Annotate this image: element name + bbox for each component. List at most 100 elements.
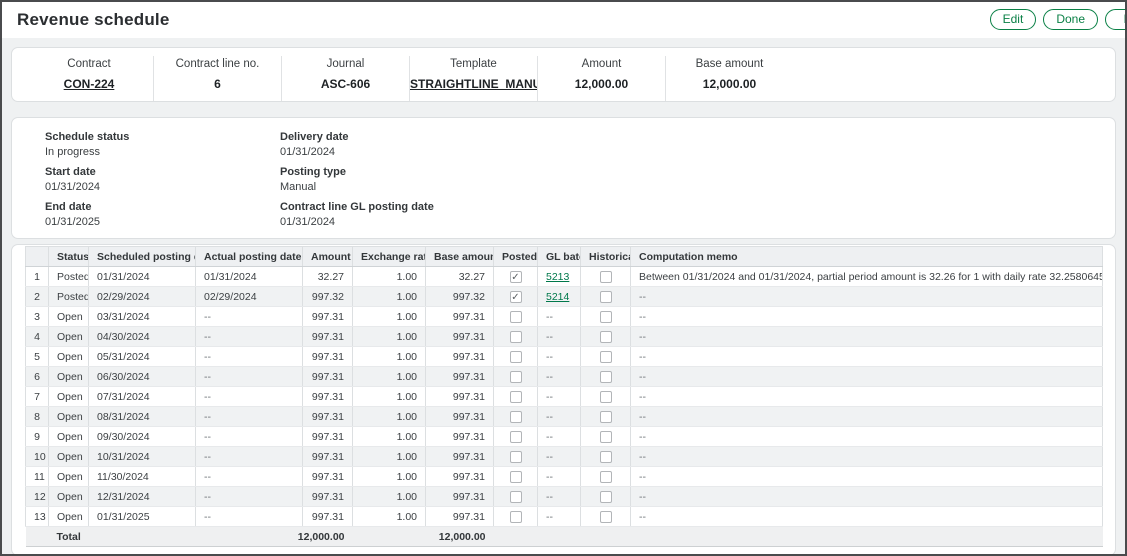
posted-checkbox[interactable] [510, 351, 522, 363]
base-amount-cell: 997.31 [426, 507, 494, 527]
posted-checkbox[interactable] [510, 431, 522, 443]
cut-off-button[interactable]: H [1105, 9, 1127, 30]
summary-field: JournalASC-606 [281, 56, 409, 101]
row-number-cell: 10 [26, 447, 49, 467]
historical-checkbox[interactable] [600, 431, 612, 443]
row-number-cell: 7 [26, 387, 49, 407]
historical-checkbox[interactable] [600, 451, 612, 463]
computation-memo-cell: -- [631, 487, 1103, 507]
status-cell: Open [49, 427, 89, 447]
actual-posting-date-cell: -- [196, 347, 303, 367]
gl-batch-cell: -- [538, 487, 581, 507]
detail-field: Delivery date01/31/2024 [280, 130, 434, 159]
base-amount-cell: 32.27 [426, 267, 494, 287]
table-footer: Total12,000.0012,000.00 [26, 527, 1103, 547]
posted-checkbox[interactable] [510, 311, 522, 323]
base-amount-cell: 997.31 [426, 447, 494, 467]
posted-checkbox[interactable] [510, 331, 522, 343]
header-computation-memo: Computation memo [631, 247, 1103, 267]
historical-cell [581, 367, 631, 387]
exchange-rate-cell: 1.00 [353, 287, 426, 307]
posted-checkbox[interactable] [510, 371, 522, 383]
exchange-rate-cell: 1.00 [353, 327, 426, 347]
exchange-rate-cell: 1.00 [353, 307, 426, 327]
row-number-cell: 1 [26, 267, 49, 287]
posted-checkbox[interactable]: ✓ [510, 271, 522, 283]
historical-checkbox[interactable] [600, 471, 612, 483]
exchange-rate-cell: 1.00 [353, 387, 426, 407]
posted-checkbox[interactable]: ✓ [510, 291, 522, 303]
actual-posting-date-cell: -- [196, 487, 303, 507]
row-number-cell: 12 [26, 487, 49, 507]
gl-batch-link[interactable]: 5214 [546, 291, 569, 303]
edit-button[interactable]: Edit [990, 9, 1037, 30]
posted-cell [494, 367, 538, 387]
done-button[interactable]: Done [1043, 9, 1098, 30]
historical-checkbox[interactable] [600, 511, 612, 523]
summary-field-value: ASC-606 [282, 77, 409, 91]
base-amount-cell: 997.31 [426, 407, 494, 427]
scheduled-posting-date-cell: 05/31/2024 [89, 347, 196, 367]
posted-checkbox[interactable] [510, 451, 522, 463]
base-amount-cell: 997.31 [426, 427, 494, 447]
scheduled-posting-date-cell: 03/31/2024 [89, 307, 196, 327]
historical-cell [581, 287, 631, 307]
schedule-row: 5Open05/31/2024--997.311.00997.31---- [26, 347, 1103, 367]
base-amount-cell: 997.31 [426, 367, 494, 387]
detail-field-value: 01/31/2024 [280, 145, 434, 159]
historical-checkbox[interactable] [600, 291, 612, 303]
total-base-amount: 12,000.00 [426, 527, 494, 547]
schedule-row: 6Open06/30/2024--997.311.00997.31---- [26, 367, 1103, 387]
scheduled-posting-date-cell: 09/30/2024 [89, 427, 196, 447]
schedule-row: 7Open07/31/2024--997.311.00997.31---- [26, 387, 1103, 407]
schedule-row: 10Open10/31/2024--997.311.00997.31---- [26, 447, 1103, 467]
historical-checkbox[interactable] [600, 331, 612, 343]
amount-cell: 997.31 [303, 487, 353, 507]
gl-batch-cell: -- [538, 327, 581, 347]
detail-field-value: Manual [280, 180, 434, 194]
total-end-spacer [494, 527, 1103, 547]
table-header: StatusScheduled posting dateActual posti… [26, 247, 1103, 267]
summary-bar: ContractCON-224Contract line no.6Journal… [11, 47, 1116, 102]
gl-batch-link[interactable]: 5213 [546, 271, 569, 283]
historical-checkbox[interactable] [600, 491, 612, 503]
detail-field-label: Posting type [280, 165, 434, 180]
historical-cell [581, 507, 631, 527]
historical-checkbox[interactable] [600, 311, 612, 323]
computation-memo-cell: Between 01/31/2024 and 01/31/2024, parti… [631, 267, 1103, 287]
posted-checkbox[interactable] [510, 491, 522, 503]
actual-posting-date-cell: -- [196, 387, 303, 407]
scheduled-posting-date-cell: 01/31/2025 [89, 507, 196, 527]
historical-checkbox[interactable] [600, 371, 612, 383]
page-content: ContractCON-224Contract line no.6Journal… [2, 38, 1125, 556]
revenue-schedule-table: StatusScheduled posting dateActual posti… [25, 246, 1103, 547]
historical-checkbox[interactable] [600, 271, 612, 283]
table-header-row: StatusScheduled posting dateActual posti… [26, 247, 1103, 267]
exchange-rate-cell: 1.00 [353, 487, 426, 507]
summary-field-link[interactable]: CON-224 [25, 77, 153, 91]
detail-field: Start date01/31/2024 [45, 165, 280, 194]
header-gl-batch: GL batch [538, 247, 581, 267]
posted-checkbox[interactable] [510, 391, 522, 403]
historical-cell [581, 467, 631, 487]
amount-cell: 997.31 [303, 467, 353, 487]
base-amount-cell: 997.31 [426, 487, 494, 507]
amount-cell: 32.27 [303, 267, 353, 287]
historical-checkbox[interactable] [600, 411, 612, 423]
computation-memo-cell: -- [631, 507, 1103, 527]
row-number-cell: 2 [26, 287, 49, 307]
header-status: Status [49, 247, 89, 267]
historical-checkbox[interactable] [600, 351, 612, 363]
posted-checkbox[interactable] [510, 511, 522, 523]
posted-checkbox[interactable] [510, 471, 522, 483]
historical-checkbox[interactable] [600, 391, 612, 403]
detail-field-value: 01/31/2024 [45, 180, 280, 194]
posted-cell: ✓ [494, 287, 538, 307]
exchange-rate-cell: 1.00 [353, 367, 426, 387]
amount-cell: 997.31 [303, 427, 353, 447]
summary-field-link[interactable]: STRAIGHTLINE_MANUAL [410, 77, 537, 91]
revenue-schedule-window: Revenue schedule Edit Done H ContractCON… [0, 0, 1127, 556]
amount-cell: 997.31 [303, 367, 353, 387]
detail-field-value: 01/31/2024 [280, 215, 434, 229]
posted-checkbox[interactable] [510, 411, 522, 423]
